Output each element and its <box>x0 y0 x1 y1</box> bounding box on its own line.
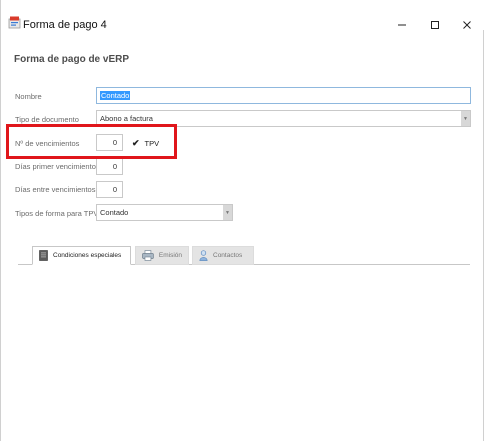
tipo-tpv-select[interactable]: Contado ▼ <box>96 204 233 221</box>
tipo-documento-dropdown-button[interactable]: ▼ <box>461 111 470 126</box>
dias-primer-value: 0 <box>112 162 117 171</box>
window: Forma de pago 4 Forma de pago de vERP No… <box>0 0 484 441</box>
form-heading: Forma de pago de vERP <box>14 54 130 65</box>
title-bar: Forma de pago 4 <box>1 0 484 32</box>
tipo-tpv-dropdown-button[interactable]: ▼ <box>223 205 232 220</box>
tab-condiciones-especiales[interactable]: Condiciones especiales <box>32 246 131 265</box>
highlight-box <box>6 124 177 159</box>
maximize-icon <box>431 21 439 29</box>
nombre-value: Contado <box>100 91 131 100</box>
tab-contactos[interactable]: Contactos <box>192 246 254 265</box>
close-button[interactable] <box>460 18 474 32</box>
chevron-down-icon: ▼ <box>225 209 230 216</box>
nombre-input[interactable]: Contado <box>96 87 471 104</box>
tab-label: Emisión <box>158 252 182 259</box>
tipo-tpv-value: Contado <box>100 208 129 217</box>
dias-primer-label: Días primer vencimiento <box>15 162 96 171</box>
tab-emision[interactable]: Emisión <box>135 246 189 265</box>
dias-entre-value: 0 <box>112 185 117 194</box>
nombre-label: Nombre <box>15 92 42 101</box>
tipo-documento-value: Abono a factura <box>100 114 153 123</box>
dias-entre-label: Días entre vencimientos <box>15 185 96 194</box>
person-icon <box>199 250 208 261</box>
tab-label: Condiciones especiales <box>53 252 122 259</box>
minimize-icon <box>398 24 406 26</box>
document-icon <box>39 250 48 261</box>
tipo-documento-label: Tipo de documento <box>15 115 79 124</box>
maximize-button[interactable] <box>428 18 442 32</box>
app-icon <box>8 16 21 29</box>
tab-label: Contactos <box>213 252 243 259</box>
tipo-tpv-label: Tipos de forma para TPV <box>15 209 99 218</box>
chevron-down-icon: ▼ <box>463 115 468 122</box>
window-title: Forma de pago 4 <box>23 19 107 31</box>
dias-primer-input[interactable]: 0 <box>96 158 123 175</box>
dias-entre-input[interactable]: 0 <box>96 181 123 198</box>
minimize-button[interactable] <box>395 18 409 32</box>
close-icon <box>463 21 471 29</box>
printer-icon <box>142 250 154 261</box>
